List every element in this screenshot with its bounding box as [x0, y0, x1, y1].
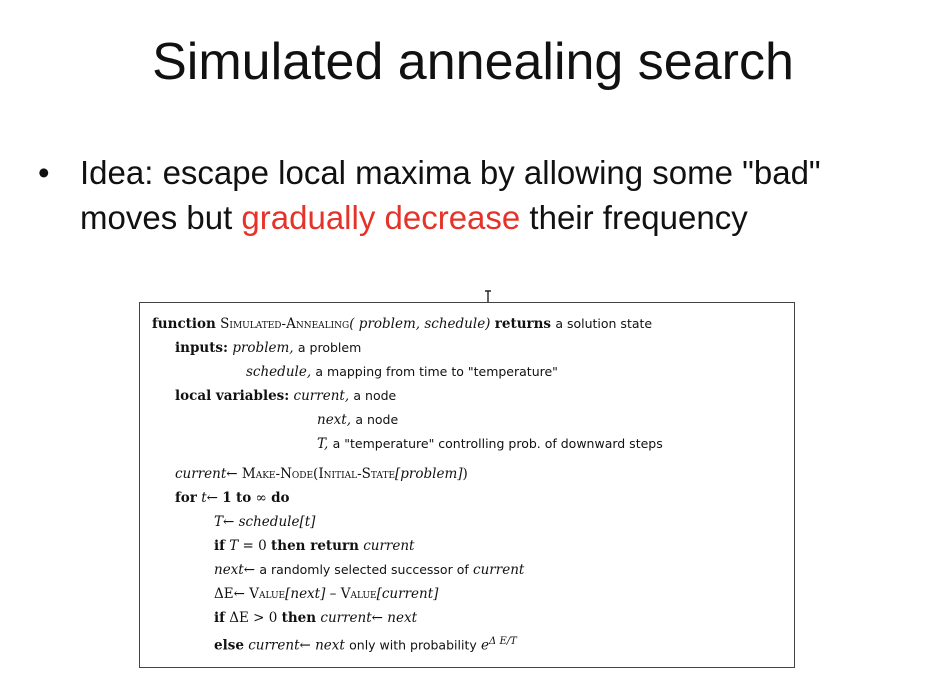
assign-arrow: ←	[299, 637, 311, 654]
function-name: Simulated-Annealing	[220, 316, 350, 332]
fn-value-next: Value	[249, 586, 286, 602]
var-t: T,	[317, 436, 329, 452]
return-desc: a solution state	[555, 316, 653, 331]
input-problem-desc: a problem	[297, 340, 362, 355]
cond-var-t: T	[229, 538, 239, 554]
assign-arrow: ←	[226, 466, 238, 482]
schedule-call: schedule[t]	[238, 514, 316, 530]
stmt-t: T	[214, 514, 224, 530]
algo-line-schedule-assign: T← schedule[t]	[214, 513, 315, 531]
var-next-desc: a node	[355, 412, 399, 427]
algo-line-schedule: schedule, a mapping from time to "temper…	[246, 363, 558, 381]
bullet-text-post: their frequency	[520, 199, 748, 236]
probability-desc: only with probability	[349, 637, 477, 653]
exp-power: Δ E/T	[489, 636, 517, 647]
cond-delta-positive: ΔE > 0	[229, 610, 278, 626]
arg-current: [current]	[376, 586, 439, 602]
algo-line-local-vars: local variables: current, a node	[175, 387, 396, 405]
kw-do: do	[271, 490, 290, 506]
assign-arrow: ←	[371, 610, 383, 626]
function-params: ( problem, schedule)	[349, 316, 491, 332]
stmt-current: current	[175, 466, 227, 482]
assign-arrow: ←	[243, 562, 256, 578]
exp-base: e	[481, 637, 490, 654]
kw-then: then	[281, 610, 317, 626]
algorithm-box: function Simulated-Annealing( problem, s…	[139, 302, 795, 668]
algo-line-else: else current← next only with probability…	[214, 633, 517, 655]
slide-title: Simulated annealing search	[152, 33, 794, 91]
assign-arrow: ←	[206, 490, 218, 506]
algo-line-delta-e: ΔE← Value[next] – Value[current]	[214, 585, 438, 603]
algo-line-if-positive: if ΔE > 0 then current← next	[214, 609, 417, 627]
fn-value-current: Value	[340, 586, 377, 602]
close-paren: )	[462, 466, 468, 482]
local-variables-label: local variables:	[175, 388, 290, 404]
fn-make-node: Make-Node	[241, 466, 314, 482]
cond-equals-zero: = 0	[242, 538, 267, 554]
algo-line-function: function Simulated-Annealing( problem, s…	[152, 315, 652, 333]
algo-line-temperature: T, a "temperature" controlling prob. of …	[317, 435, 663, 453]
assign-arrow: ←	[233, 586, 245, 602]
algo-line-make-node: current← Make-Node(Initial-State[problem…	[175, 465, 468, 483]
kw-function: function	[152, 316, 216, 332]
value-next: next	[315, 637, 345, 654]
bullet-marker: •	[38, 154, 50, 191]
input-schedule-desc: a mapping from time to "temperature"	[315, 364, 558, 379]
var-next: next,	[317, 412, 352, 428]
var-current-desc: a node	[353, 388, 397, 403]
stmt-next: next	[214, 562, 244, 578]
algo-line-inputs: inputs: problem, a problem	[175, 339, 361, 357]
bullet-highlight: gradually decrease	[241, 199, 521, 236]
var-t-desc: a "temperature" controlling prob. of dow…	[332, 436, 663, 451]
inputs-label: inputs:	[175, 340, 229, 356]
fn-initial-state: (Initial-State	[313, 466, 396, 482]
var-current: current,	[293, 388, 350, 404]
algo-line-next: next, a node	[317, 411, 398, 429]
kw-if: if	[214, 610, 225, 626]
kw-to: to	[235, 490, 252, 506]
assign-arrow: ←	[223, 514, 235, 530]
bullet-text: Idea: escape local maxima by allowing so…	[80, 150, 898, 240]
algo-line-for: for t← 1 to ∞ do	[175, 489, 290, 507]
minus-sign: –	[329, 586, 337, 602]
loop-start: 1	[222, 490, 232, 506]
delta-e: ΔE	[214, 586, 234, 602]
stmt-current: current	[248, 637, 300, 654]
input-schedule: schedule,	[246, 364, 312, 380]
bullet-point: • Idea: escape local maxima by allowing …	[38, 150, 898, 240]
arg-problem: [problem]	[395, 466, 463, 482]
algo-line-successor: next← a randomly selected successor of c…	[214, 561, 524, 579]
algo-line-if-return: if T = 0 then return current	[214, 537, 414, 555]
arg-next: [next]	[285, 586, 326, 602]
successor-of-current: current	[473, 562, 525, 578]
kw-returns: returns	[494, 316, 552, 332]
successor-desc: a randomly selected successor of	[259, 562, 469, 577]
input-problem: problem,	[232, 340, 294, 356]
kw-else: else	[214, 637, 244, 654]
kw-for: for	[175, 490, 197, 506]
return-current: current	[363, 538, 415, 554]
infinity-symbol: ∞	[255, 490, 267, 506]
stmt-current: current	[320, 610, 372, 626]
kw-then-return: then return	[271, 538, 359, 554]
kw-if: if	[214, 538, 225, 554]
value-next: next	[387, 610, 418, 626]
